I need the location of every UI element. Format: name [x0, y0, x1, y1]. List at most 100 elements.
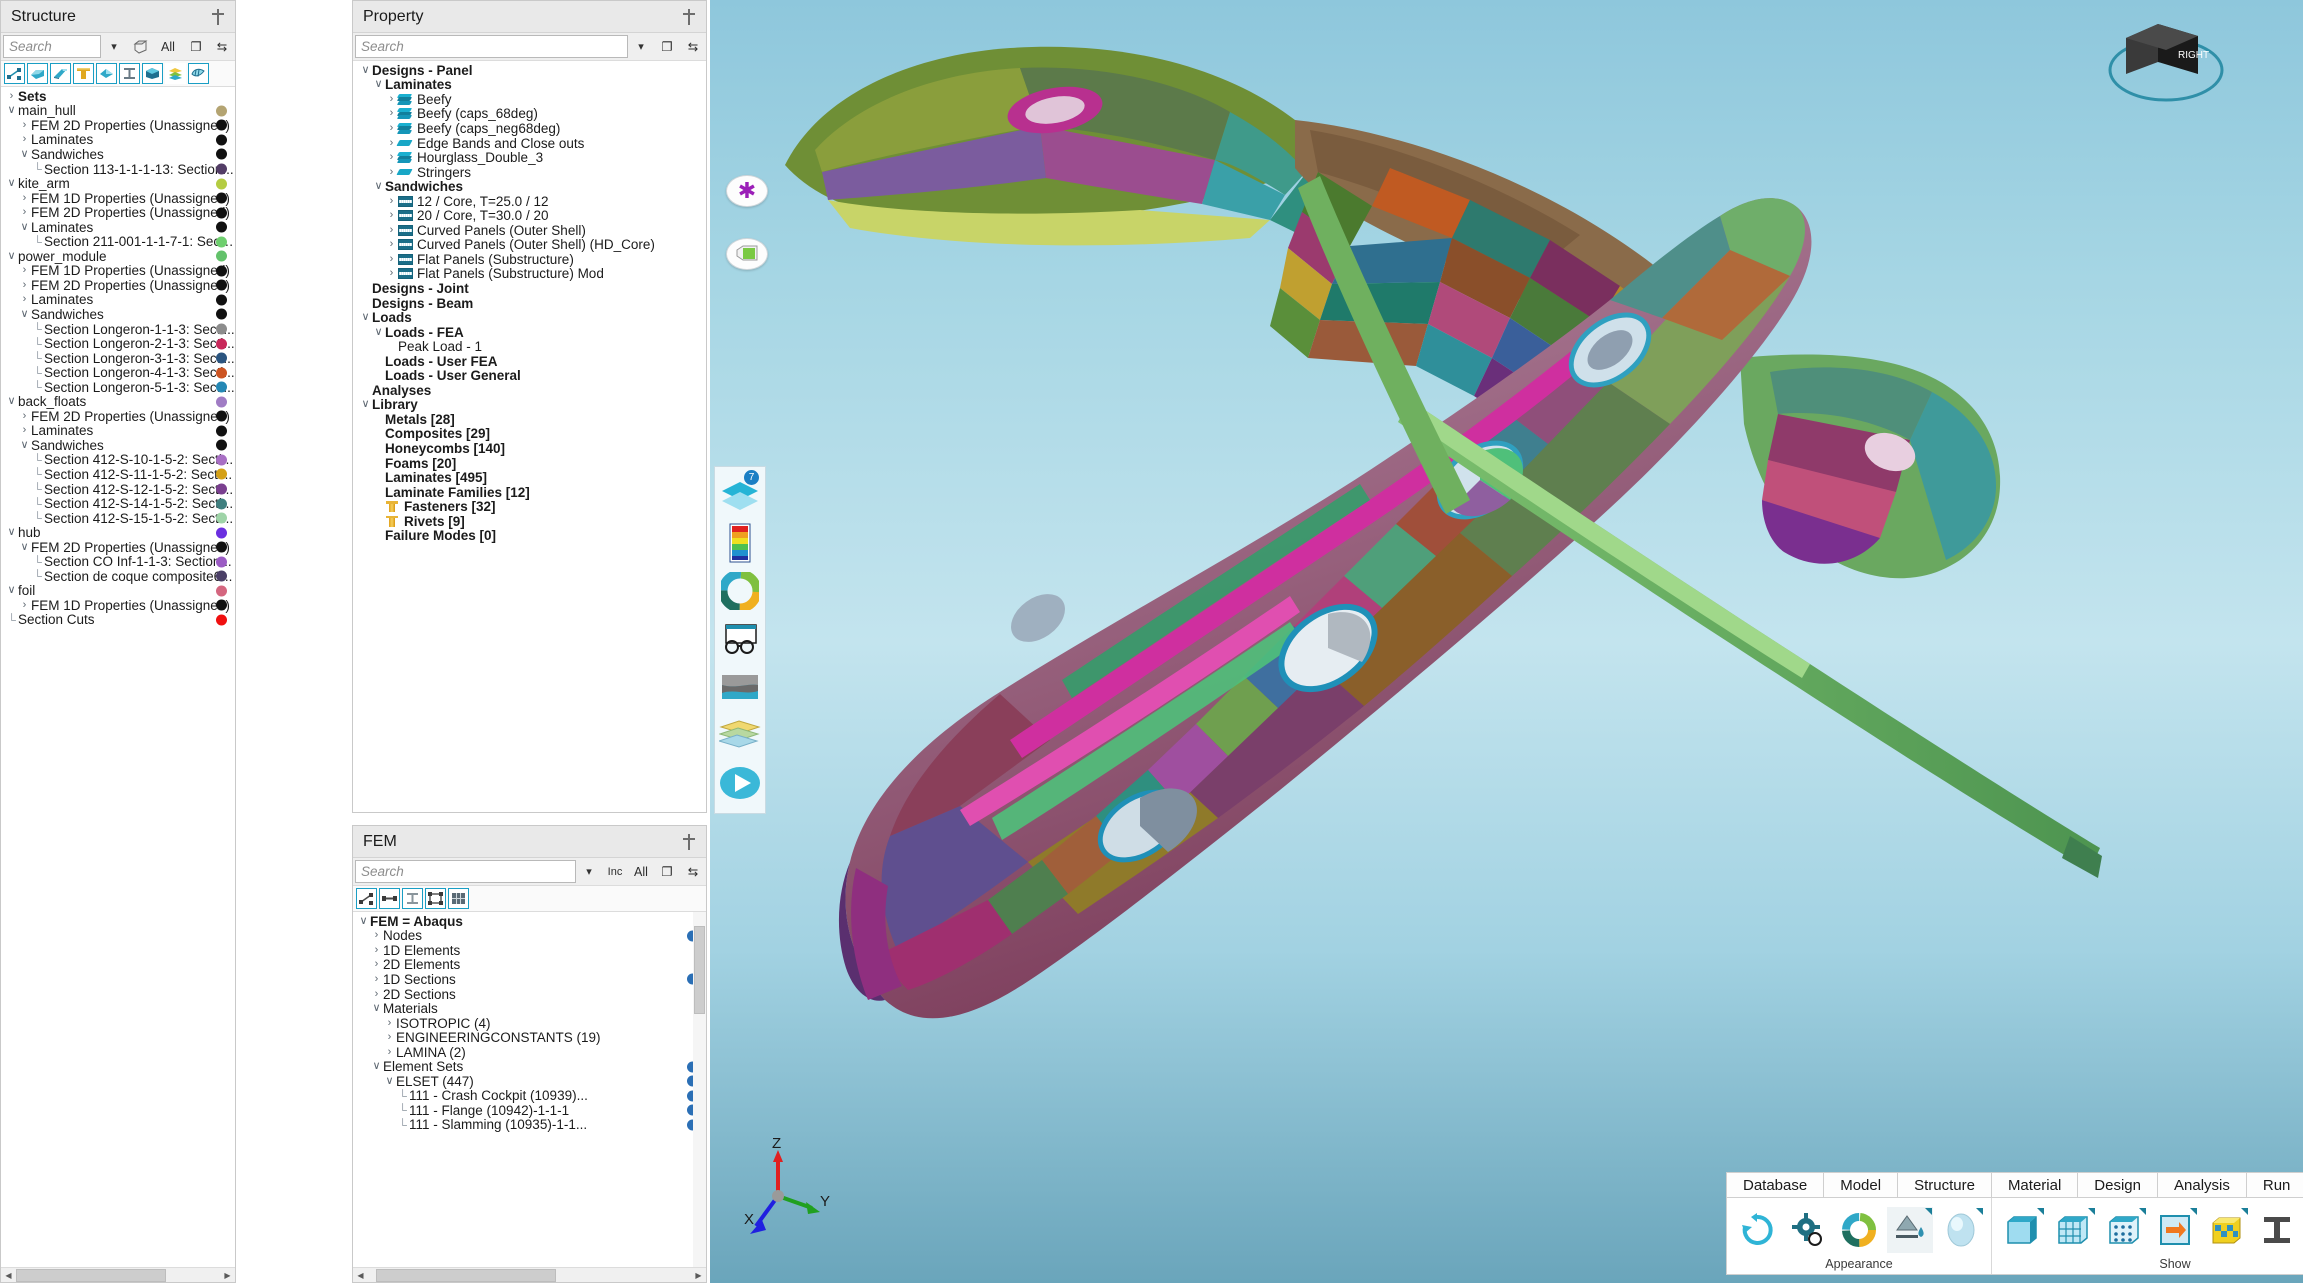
chevron-right-icon[interactable]: › — [383, 1017, 396, 1029]
ribbon[interactable]: Database Model Structure Material Design Anal… — [1726, 1171, 2303, 1275]
tree-row[interactable]: › FEM 2D Properties (Unassigned) — [1, 118, 235, 133]
tree-row[interactable]: › 1D Elements — [353, 943, 706, 958]
tree-row[interactable]: ∨ Sandwiches — [1, 438, 235, 453]
color-swatch[interactable] — [216, 468, 227, 480]
show-direction-icon[interactable] — [2152, 1207, 2198, 1253]
chevron-down-icon[interactable]: ∨ — [5, 105, 18, 116]
chevron-right-icon[interactable]: › — [385, 93, 398, 105]
glasses-view-icon[interactable] — [719, 616, 761, 662]
tree-row[interactable]: └ Section 412-S-12-1-5-2: Secti... — [1, 482, 235, 497]
chevron-right-icon[interactable]: › — [385, 108, 398, 119]
tree-row[interactable]: Rivets [9] — [353, 514, 706, 529]
tree-row[interactable]: › LAMINA (2) — [353, 1045, 706, 1060]
ribbon-tab-material[interactable]: Material — [1990, 1172, 2079, 1197]
color-swatch[interactable] — [216, 294, 227, 306]
chevron-right-icon[interactable]: › — [18, 279, 31, 291]
show-surface-icon[interactable] — [1999, 1207, 2045, 1253]
color-swatch[interactable] — [216, 265, 227, 277]
property-search-row[interactable]: Search ▾ ❐ ⇆ — [353, 33, 706, 61]
chevron-right-icon[interactable]: › — [383, 1046, 396, 1058]
chevron-right-icon[interactable]: › — [385, 122, 398, 134]
color-swatch[interactable] — [216, 570, 227, 582]
tree-row[interactable]: › ISOTROPIC (4) — [353, 1016, 706, 1031]
model-render[interactable]: RIGHT Z Y X — [710, 0, 2303, 1283]
tree-row[interactable]: › Laminates — [1, 423, 235, 438]
pin-icon[interactable] — [211, 8, 225, 25]
chevron-right-icon[interactable]: › — [18, 134, 31, 145]
tree-row[interactable]: Laminate Families [12] — [353, 485, 706, 500]
color-swatch[interactable] — [216, 512, 227, 524]
fem-all-label[interactable]: All — [628, 858, 654, 885]
dropdown-corner-icon[interactable] — [2241, 1207, 2248, 1215]
scroll-thumb[interactable] — [694, 926, 705, 1014]
solid-panel-icon[interactable] — [27, 63, 48, 84]
structure-copy-icon[interactable]: ❐ — [183, 33, 209, 60]
color-swatch[interactable] — [216, 556, 227, 568]
tree-row[interactable]: › Beefy (caps_68deg) — [353, 106, 706, 121]
color-swatch[interactable] — [216, 381, 227, 393]
tree-row[interactable]: Failure Modes [0] — [353, 528, 706, 543]
show-plies-icon[interactable] — [2203, 1207, 2249, 1253]
airfoil-icon[interactable] — [188, 63, 209, 84]
chevron-right-icon[interactable]: › — [383, 1032, 396, 1043]
chevron-down-icon[interactable]: ∨ — [372, 181, 385, 192]
chevron-right-icon[interactable]: › — [18, 599, 31, 611]
tree-row[interactable]: ∨ Materials — [353, 1001, 706, 1016]
tree-row[interactable]: └ Section 412-S-15-1-5-2: Secti... — [1, 511, 235, 526]
shading-sphere-icon[interactable] — [1938, 1207, 1984, 1253]
fem-swap-icon[interactable]: ⇆ — [680, 858, 706, 885]
tree-row[interactable]: ∨ Loads — [353, 310, 706, 325]
structure-tree[interactable]: › Sets ∨ main_hull › FEM 2D Properties (Unass… — [1, 87, 235, 1267]
tree-row[interactable]: › Flat Panels (Substructure) Mod — [353, 266, 706, 281]
tree-row[interactable]: Loads - User General — [353, 368, 706, 383]
tree-row[interactable]: └ Section 412-S-14-1-5-2: Secti... — [1, 496, 235, 511]
solid-box-icon[interactable] — [142, 63, 163, 84]
tree-row[interactable]: ∨ FEM 2D Properties (Unassigned) — [1, 540, 235, 555]
chevron-right-icon[interactable]: › — [385, 166, 398, 178]
fill-color-icon[interactable] — [1887, 1206, 1933, 1253]
tree-row[interactable]: └ Section 113-1-1-1-13: Section... — [1, 162, 235, 177]
fem-search-input[interactable]: Search — [355, 860, 576, 883]
tree-row[interactable]: └ 111 - Flange (10942)-1-1-1 — [353, 1103, 706, 1118]
tree-row[interactable]: › Beefy — [353, 92, 706, 107]
chevron-down-icon[interactable]: ∨ — [357, 915, 370, 927]
chevron-right-icon[interactable]: › — [18, 119, 31, 131]
color-swatch[interactable] — [216, 134, 227, 146]
tree-row[interactable]: ∨ kite_arm — [1, 176, 235, 191]
chevron-right-icon[interactable]: › — [18, 294, 31, 305]
structure-search-input[interactable]: Search — [3, 35, 101, 58]
tree-row[interactable]: └ Section 412-S-10-1-5-2: Secti... — [1, 452, 235, 467]
tree-row[interactable]: Metals [28] — [353, 412, 706, 427]
tree-row[interactable]: └ 111 - Crash Cockpit (10939)... — [353, 1088, 706, 1103]
color-swatch[interactable] — [216, 425, 227, 437]
pin-icon[interactable] — [682, 833, 696, 850]
tree-row[interactable]: › Flat Panels (Substructure) — [353, 252, 706, 267]
pin-icon[interactable] — [682, 8, 696, 25]
beam-element-icon[interactable] — [356, 888, 377, 909]
tree-row[interactable]: └ Section Longeron-1-1-3: Secti... — [1, 322, 235, 337]
color-swatch[interactable] — [216, 527, 227, 539]
dropdown-corner-icon[interactable] — [2088, 1207, 2095, 1215]
view-fit-button[interactable] — [726, 238, 768, 270]
layers-icon[interactable]: 7 — [719, 470, 761, 518]
tree-row[interactable]: › Curved Panels (Outer Shell) — [353, 223, 706, 238]
ribbon-body[interactable]: AppearanceShowSelectOptions?HelpSearch — [1726, 1197, 2303, 1275]
color-swatch[interactable] — [216, 498, 227, 510]
contour-fill-icon[interactable] — [719, 664, 761, 710]
chevron-down-icon[interactable]: ∨ — [5, 527, 18, 538]
tree-row[interactable]: Designs - Joint — [353, 281, 706, 296]
chevron-right-icon[interactable]: › — [385, 239, 398, 250]
tree-row[interactable]: ∨ Sandwiches — [353, 179, 706, 194]
color-swatch[interactable] — [216, 279, 227, 291]
tree-row[interactable]: └ Section Longeron-3-1-3: Secti... — [1, 351, 235, 366]
chevron-down-icon[interactable]: ∨ — [18, 221, 31, 233]
mesh-grid-icon[interactable] — [448, 888, 469, 909]
fem-search-row[interactable]: Search ▾ Inc All ❐ ⇆ — [353, 858, 706, 886]
fem-inc-label[interactable]: Inc — [602, 858, 628, 885]
color-swatch[interactable] — [216, 352, 227, 364]
tree-row[interactable]: └ Section Longeron-2-1-3: Secti... — [1, 336, 235, 351]
scroll-track[interactable] — [16, 1268, 220, 1283]
tree-row[interactable]: └ Section 412-S-11-1-5-2: Secti... — [1, 467, 235, 482]
chevron-right-icon[interactable]: › — [18, 265, 31, 276]
tree-row[interactable]: Foams [20] — [353, 456, 706, 471]
